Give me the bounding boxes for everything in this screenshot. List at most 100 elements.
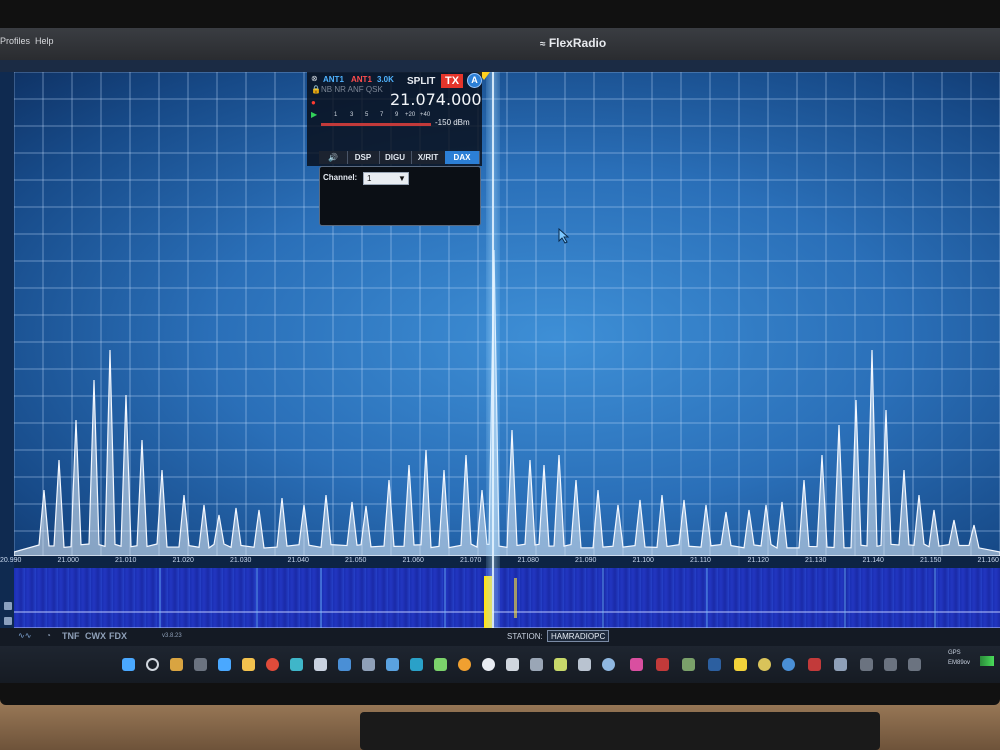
- s-meter-bar: [321, 123, 431, 126]
- windows-icon[interactable]: [122, 658, 135, 671]
- app-icon-27[interactable]: [884, 658, 897, 671]
- lock-icon[interactable]: 🔒: [311, 85, 321, 94]
- app-icon-21[interactable]: [734, 658, 747, 671]
- antenna-status-icon: ∿∿: [18, 631, 31, 640]
- freq-tick-label: 21.150: [920, 557, 941, 564]
- chevron-down-icon: ▼: [398, 174, 406, 183]
- menu-help[interactable]: Help: [35, 36, 54, 46]
- app-icon-18[interactable]: [656, 658, 669, 671]
- grid-square: EM89ov: [948, 660, 970, 666]
- app-icon-26[interactable]: [860, 658, 873, 671]
- freq-tick-label: 21.100: [633, 557, 654, 564]
- app-icon-6[interactable]: [362, 658, 375, 671]
- freq-tick-label: 20.990: [0, 557, 21, 564]
- freq-tick-label: 21.030: [230, 557, 251, 564]
- app-icon-19[interactable]: [682, 658, 695, 671]
- panadapter[interactable]: [14, 72, 1000, 556]
- app-titlebar: Profiles Help ≈ FlexRadio: [0, 28, 1000, 60]
- audio-tab-icon[interactable]: 🔊: [319, 151, 348, 164]
- app-icon-22[interactable]: [758, 658, 771, 671]
- app-icon-11[interactable]: [482, 658, 495, 671]
- slice-flag: ⊗ 🔒 ● ▶ ANT1 ANT1 3.0K NB NR ANF QSK SPL…: [307, 72, 482, 224]
- slice-flag-header: ⊗ 🔒 ● ▶ ANT1 ANT1 3.0K NB NR ANF QSK SPL…: [307, 72, 482, 166]
- brand-name: FlexRadio: [549, 36, 606, 50]
- gps-label: GPS: [948, 650, 961, 656]
- status-bar: ∿∿ ◔ TNF CWX FDX v3.8.23 STATION: HAMRAD…: [0, 628, 1000, 646]
- close-icon[interactable]: ⊗: [311, 74, 318, 83]
- record-icon[interactable]: ●: [311, 98, 316, 107]
- folder-icon[interactable]: [242, 658, 255, 671]
- meter-readout: -150 dBm: [435, 118, 470, 127]
- station-label: STATION:: [507, 632, 543, 641]
- app-icon-5[interactable]: [338, 658, 351, 671]
- tab-dsp[interactable]: DSP: [347, 151, 380, 164]
- tx-button[interactable]: TX: [441, 74, 463, 88]
- rx-antenna[interactable]: ANT1: [323, 75, 344, 84]
- tab-xrit[interactable]: X/RIT: [411, 151, 446, 164]
- flexradio-logo: ≈ FlexRadio: [540, 36, 606, 50]
- tx-antenna[interactable]: ANT1: [351, 75, 372, 84]
- left-toolbar: [0, 72, 14, 662]
- app-icon-9[interactable]: [434, 658, 447, 671]
- app-icon-8[interactable]: [410, 658, 423, 671]
- freq-tick-label: 21.130: [805, 557, 826, 564]
- station-select[interactable]: HAMRADIOPC: [547, 630, 609, 642]
- app-icon-24[interactable]: [808, 658, 821, 671]
- app-icon-16[interactable]: [602, 658, 615, 671]
- channel-select[interactable]: 1 ▼: [363, 172, 409, 185]
- freq-tick-label: 21.080: [518, 557, 539, 564]
- app-icon-17[interactable]: [630, 658, 643, 671]
- cwx-button[interactable]: CWX: [85, 631, 106, 641]
- tab-dax[interactable]: DAX: [445, 151, 480, 164]
- panadapter-header: [0, 60, 1000, 72]
- freq-tick-label: 21.060: [403, 557, 424, 564]
- dax-panel: Channel: 1 ▼: [319, 166, 481, 226]
- widgets-icon[interactable]: [170, 658, 183, 671]
- slice-center-line: [492, 72, 494, 668]
- split-button[interactable]: SPLIT: [407, 76, 435, 87]
- play-icon[interactable]: ▶: [311, 110, 317, 119]
- zoom-icon[interactable]: [4, 602, 12, 610]
- channel-value: 1: [367, 174, 371, 183]
- dsp-flags: NB NR ANF QSK: [321, 85, 383, 94]
- app-icon-7[interactable]: [386, 658, 399, 671]
- app-icon-20[interactable]: [708, 658, 721, 671]
- tnf-button[interactable]: TNF: [62, 631, 80, 641]
- filter-width[interactable]: 3.0K: [377, 75, 394, 84]
- app-icon-15[interactable]: [578, 658, 591, 671]
- frequency-display[interactable]: 21.074.000: [390, 90, 482, 109]
- freq-tick-label: 21.040: [288, 557, 309, 564]
- freq-tick-label: 21.160: [978, 557, 999, 564]
- app-icon-10[interactable]: [458, 658, 471, 671]
- freq-tick-label: 21.000: [58, 557, 79, 564]
- fdx-button[interactable]: FDX: [109, 631, 127, 641]
- freq-tick-label: 21.140: [863, 557, 884, 564]
- zoom-out-icon[interactable]: [4, 617, 12, 625]
- freq-tick-label: 21.120: [748, 557, 769, 564]
- app-icon-1[interactable]: [194, 658, 207, 671]
- slice-letter[interactable]: A: [467, 73, 482, 88]
- menu-profiles[interactable]: Profiles: [0, 36, 30, 46]
- app-icon-23[interactable]: [782, 658, 795, 671]
- tab-digu[interactable]: DIGU: [379, 151, 412, 164]
- app-icon-4[interactable]: [314, 658, 327, 671]
- app-icon-3[interactable]: [290, 658, 303, 671]
- chrome-icon[interactable]: [266, 658, 279, 671]
- version-text: v3.8.23: [162, 633, 182, 639]
- search-icon[interactable]: [146, 658, 159, 671]
- windows-taskbar: GPS EM89ov: [0, 646, 1000, 683]
- app-icon-25[interactable]: [834, 658, 847, 671]
- slice-tabs: 🔊 DSP DIGU X/RIT DAX: [319, 151, 479, 164]
- app-icon-2[interactable]: [218, 658, 231, 671]
- app-icon-12[interactable]: [506, 658, 519, 671]
- frequency-axis: 20.990 21.000 21.010 21.020 21.030 21.040 21.0…: [14, 556, 1000, 568]
- app-icon-28[interactable]: [908, 658, 921, 671]
- mouse-pointer-icon: [558, 228, 570, 244]
- keyboard: [360, 712, 880, 750]
- freq-tick-label: 21.070: [460, 557, 481, 564]
- app-icon-14[interactable]: [554, 658, 567, 671]
- signal-strength-icon: [980, 656, 994, 666]
- freq-tick-label: 21.010: [115, 557, 136, 564]
- freq-tick-label: 21.090: [575, 557, 596, 564]
- app-icon-13[interactable]: [530, 658, 543, 671]
